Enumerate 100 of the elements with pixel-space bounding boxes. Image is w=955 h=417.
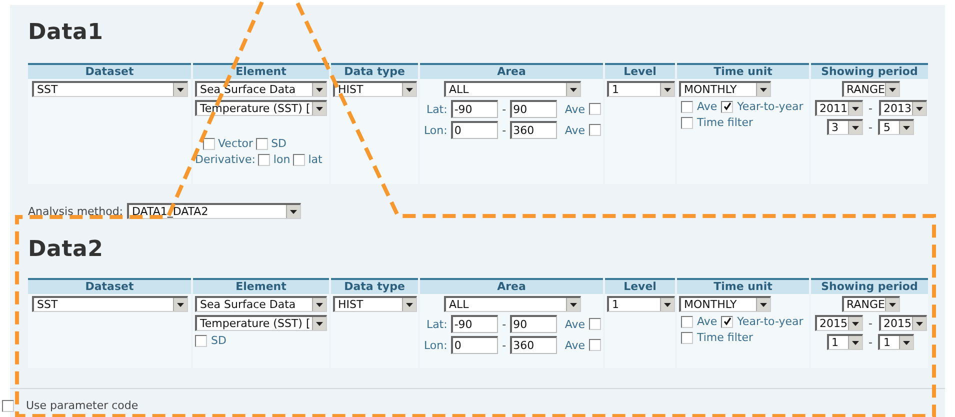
coordinate-label: Lon: [424, 124, 448, 136]
column-header: Level [605, 278, 675, 294]
checkbox[interactable] [721, 316, 734, 328]
checkbox-label: Year-to-year [737, 315, 804, 328]
dropdown[interactable]: 2015 [878, 315, 926, 331]
dropdown[interactable]: MONTHLY [679, 81, 771, 97]
checkbox[interactable] [681, 316, 693, 328]
dropdown[interactable]: Temperature (SST) [ [195, 315, 327, 331]
range-separator: - [502, 318, 506, 330]
dropdown-arrow-icon [316, 302, 323, 306]
coordinate-label: Lon: [424, 338, 448, 352]
dropdown[interactable]: 2013 [878, 100, 926, 116]
checkbox[interactable] [681, 116, 693, 128]
column-header: Dataset [28, 63, 191, 79]
dropdown-arrow-icon [888, 88, 896, 92]
dropdown-arrow-icon [406, 88, 413, 92]
dropdown-arrow-icon [852, 126, 858, 130]
checkbox-label: Year-to-year [737, 100, 804, 113]
input-field[interactable]: -90 [451, 315, 498, 333]
checkbox-label: Time filter [697, 331, 754, 344]
dropdown[interactable]: HIST [333, 296, 417, 312]
range-separator: - [502, 102, 506, 116]
dropdown-arrow-icon [852, 340, 858, 344]
column-header: Showing period [811, 63, 928, 79]
dropdown-arrow-icon [177, 88, 184, 92]
section-title: Data1 [28, 19, 104, 47]
checkbox[interactable] [721, 100, 734, 112]
range-separator: - [502, 124, 506, 136]
dropdown-arrow-icon [888, 302, 896, 306]
checkbox[interactable] [589, 124, 601, 136]
dropdown[interactable]: ALL [444, 296, 581, 312]
checkbox-label: Time filter [697, 116, 754, 129]
dropdown[interactable]: Sea Surface Data [195, 296, 327, 312]
dropdown-arrow-icon [664, 302, 671, 306]
dropdown[interactable]: 5 [878, 119, 914, 135]
checkbox-label: Ave [564, 318, 586, 330]
checkbox[interactable] [589, 318, 602, 330]
dropdown-arrow-icon [570, 88, 577, 92]
column-header: Dataset [28, 278, 191, 294]
input-field[interactable]: 0 [451, 121, 498, 139]
input-field[interactable]: 0 [451, 336, 498, 354]
dropdown-arrow-icon [316, 322, 323, 326]
dropdown[interactable]: MONTHLY [679, 296, 771, 312]
dropdown[interactable]: Temperature (SST) [ [195, 100, 327, 116]
checkbox[interactable] [293, 154, 306, 166]
checkbox-label: Use parameter code [26, 399, 138, 412]
checkbox-label: SD [271, 137, 287, 150]
dropdown-arrow-icon [852, 106, 859, 110]
input-field[interactable]: 360 [510, 336, 557, 354]
range-separator: - [868, 336, 872, 348]
dropdown[interactable]: RANGE [842, 296, 900, 312]
column-header: Data type [331, 63, 418, 79]
checkbox[interactable] [681, 100, 693, 112]
dropdown-arrow-icon [903, 126, 910, 130]
dropdown-arrow-icon [760, 302, 767, 306]
checkbox[interactable] [2, 400, 14, 412]
input-field[interactable]: 360 [510, 121, 557, 139]
checkbox[interactable] [681, 332, 693, 344]
column-header: Area [420, 63, 603, 79]
dropdown-arrow-icon [177, 302, 184, 306]
checkbox[interactable] [589, 103, 602, 115]
dropdown[interactable]: 2011 [814, 100, 863, 116]
range-separator: - [868, 316, 872, 330]
checkbox-label: Vector [218, 137, 254, 150]
checkbox-label: Ave [697, 100, 718, 113]
dropdown-arrow-icon [316, 88, 323, 92]
derivative-label: Derivative: [195, 153, 256, 166]
dropdown[interactable]: 1 [607, 296, 675, 312]
dropdown[interactable]: 1 [878, 334, 914, 350]
dropdown-arrow-icon [916, 322, 922, 326]
dropdown[interactable]: ALL [444, 81, 581, 97]
analysis-method-label: Analysis method: [28, 204, 124, 218]
checkbox[interactable] [203, 138, 215, 150]
column-header: Area [420, 278, 603, 294]
dropdown[interactable]: SST [32, 81, 188, 97]
dropdown[interactable]: RANGE [842, 81, 900, 97]
dropdown-arrow-icon [406, 302, 413, 306]
dropdown[interactable]: SST [32, 296, 188, 312]
range-separator: - [868, 102, 872, 114]
input-field[interactable]: -90 [451, 100, 498, 118]
dropdown[interactable]: HIST [333, 81, 417, 97]
dropdown[interactable]: 1 [607, 81, 675, 97]
checkbox-label: Ave [564, 124, 585, 136]
dropdown-arrow-icon [316, 106, 323, 110]
checkbox[interactable] [256, 138, 268, 150]
checkbox[interactable] [589, 339, 601, 351]
dropdown[interactable]: 3 [826, 119, 862, 135]
dropdown[interactable]: Sea Surface Data [195, 81, 327, 97]
checkbox[interactable] [195, 334, 207, 346]
range-separator: - [502, 338, 506, 352]
dropdown-arrow-icon [570, 302, 577, 306]
input-field[interactable]: 90 [510, 315, 557, 333]
dropdown[interactable]: 2015 [814, 315, 863, 331]
column-header: Time unit [677, 63, 809, 79]
input-field[interactable]: 90 [510, 100, 557, 118]
checkbox[interactable] [258, 154, 270, 166]
dropdown-arrow-icon [916, 106, 922, 110]
dropdown[interactable]: 1 [826, 334, 862, 350]
section-title: Data2 [28, 236, 104, 264]
checkbox-label: Ave [564, 338, 585, 352]
